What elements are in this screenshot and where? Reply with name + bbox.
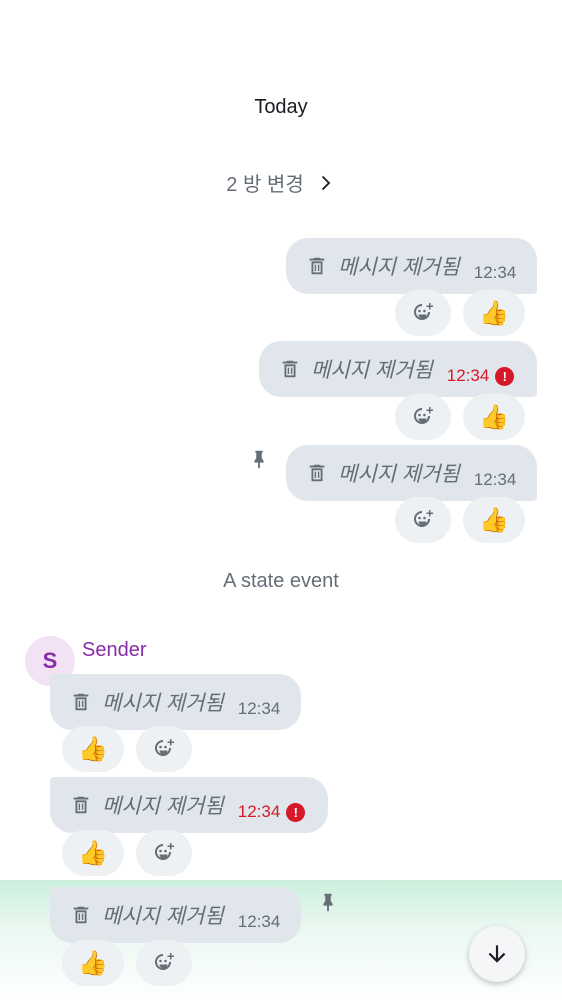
add-reaction-button[interactable] <box>136 726 192 772</box>
timestamp: 12:34 <box>473 470 517 489</box>
message-bubble[interactable]: 메시지 제거됨 12:34 ! <box>259 341 537 397</box>
sender-name[interactable]: Sender <box>82 639 147 662</box>
message-bubble[interactable]: 메시지 제거됨 12:34 ! <box>50 777 328 833</box>
reaction-thumbs-up[interactable]: 👍 <box>463 394 525 440</box>
reaction-thumbs-up[interactable]: 👍 <box>463 497 525 543</box>
message-text: 메시지 제거됨 <box>102 692 224 715</box>
error-icon[interactable]: ! <box>286 802 306 822</box>
trash-icon <box>70 794 92 816</box>
message-text: 메시지 제거됨 <box>102 795 224 818</box>
reaction-emoji: 👍 <box>479 506 509 534</box>
room-changes-label: 2 방 변경 <box>226 174 304 196</box>
message-text: 메시지 제거됨 <box>311 359 433 382</box>
scroll-to-bottom-button[interactable] <box>469 926 525 982</box>
timestamp: 12:34 <box>237 699 281 718</box>
timestamp: 12:34 <box>473 263 517 282</box>
chevron-right-icon <box>321 175 331 190</box>
reaction-emoji: 👍 <box>78 735 108 763</box>
reaction-emoji: 👍 <box>479 403 509 431</box>
message-bubble[interactable]: 메시지 제거됨 12:34 <box>286 238 537 294</box>
trash-icon <box>70 904 92 926</box>
reaction-thumbs-up[interactable]: 👍 <box>463 290 525 336</box>
room-changes-summary[interactable]: 2 방 변경 <box>0 168 562 197</box>
state-event: A state event <box>223 570 339 592</box>
message-text: 메시지 제거됨 <box>338 463 460 486</box>
pin-icon <box>248 448 270 470</box>
reaction-thumbs-up[interactable]: 👍 <box>62 940 124 986</box>
arrow-down-icon <box>488 945 506 963</box>
avatar-initial: S <box>42 648 58 673</box>
date-separator: Today <box>254 96 308 118</box>
message-text: 메시지 제거됨 <box>338 256 460 279</box>
add-reaction-icon <box>411 405 435 429</box>
add-reaction-button[interactable] <box>136 940 192 986</box>
pin-icon <box>317 891 339 913</box>
add-reaction-icon <box>411 508 435 532</box>
trash-icon <box>306 255 328 277</box>
reaction-emoji: 👍 <box>78 949 108 977</box>
error-icon[interactable]: ! <box>495 366 515 386</box>
add-reaction-button[interactable] <box>395 394 451 440</box>
timestamp: 12:34 <box>237 802 281 821</box>
add-reaction-icon <box>152 737 176 761</box>
trash-icon <box>70 691 92 713</box>
reaction-emoji: 👍 <box>78 839 108 867</box>
reaction-thumbs-up[interactable]: 👍 <box>62 830 124 876</box>
trash-icon <box>306 462 328 484</box>
reaction-thumbs-up[interactable]: 👍 <box>62 726 124 772</box>
timestamp: 12:34 <box>237 912 281 931</box>
add-reaction-icon <box>152 951 176 975</box>
message-text: 메시지 제거됨 <box>102 905 224 928</box>
add-reaction-button[interactable] <box>395 497 451 543</box>
timestamp: 12:34 <box>446 366 490 385</box>
trash-icon <box>279 358 301 380</box>
add-reaction-icon <box>152 841 176 865</box>
reaction-emoji: 👍 <box>479 299 509 327</box>
message-bubble[interactable]: 메시지 제거됨 12:34 <box>50 674 301 730</box>
add-reaction-button[interactable] <box>136 830 192 876</box>
add-reaction-icon <box>411 301 435 325</box>
add-reaction-button[interactable] <box>395 290 451 336</box>
message-bubble[interactable]: 메시지 제거됨 12:34 <box>50 887 301 943</box>
message-bubble[interactable]: 메시지 제거됨 12:34 <box>286 445 537 501</box>
